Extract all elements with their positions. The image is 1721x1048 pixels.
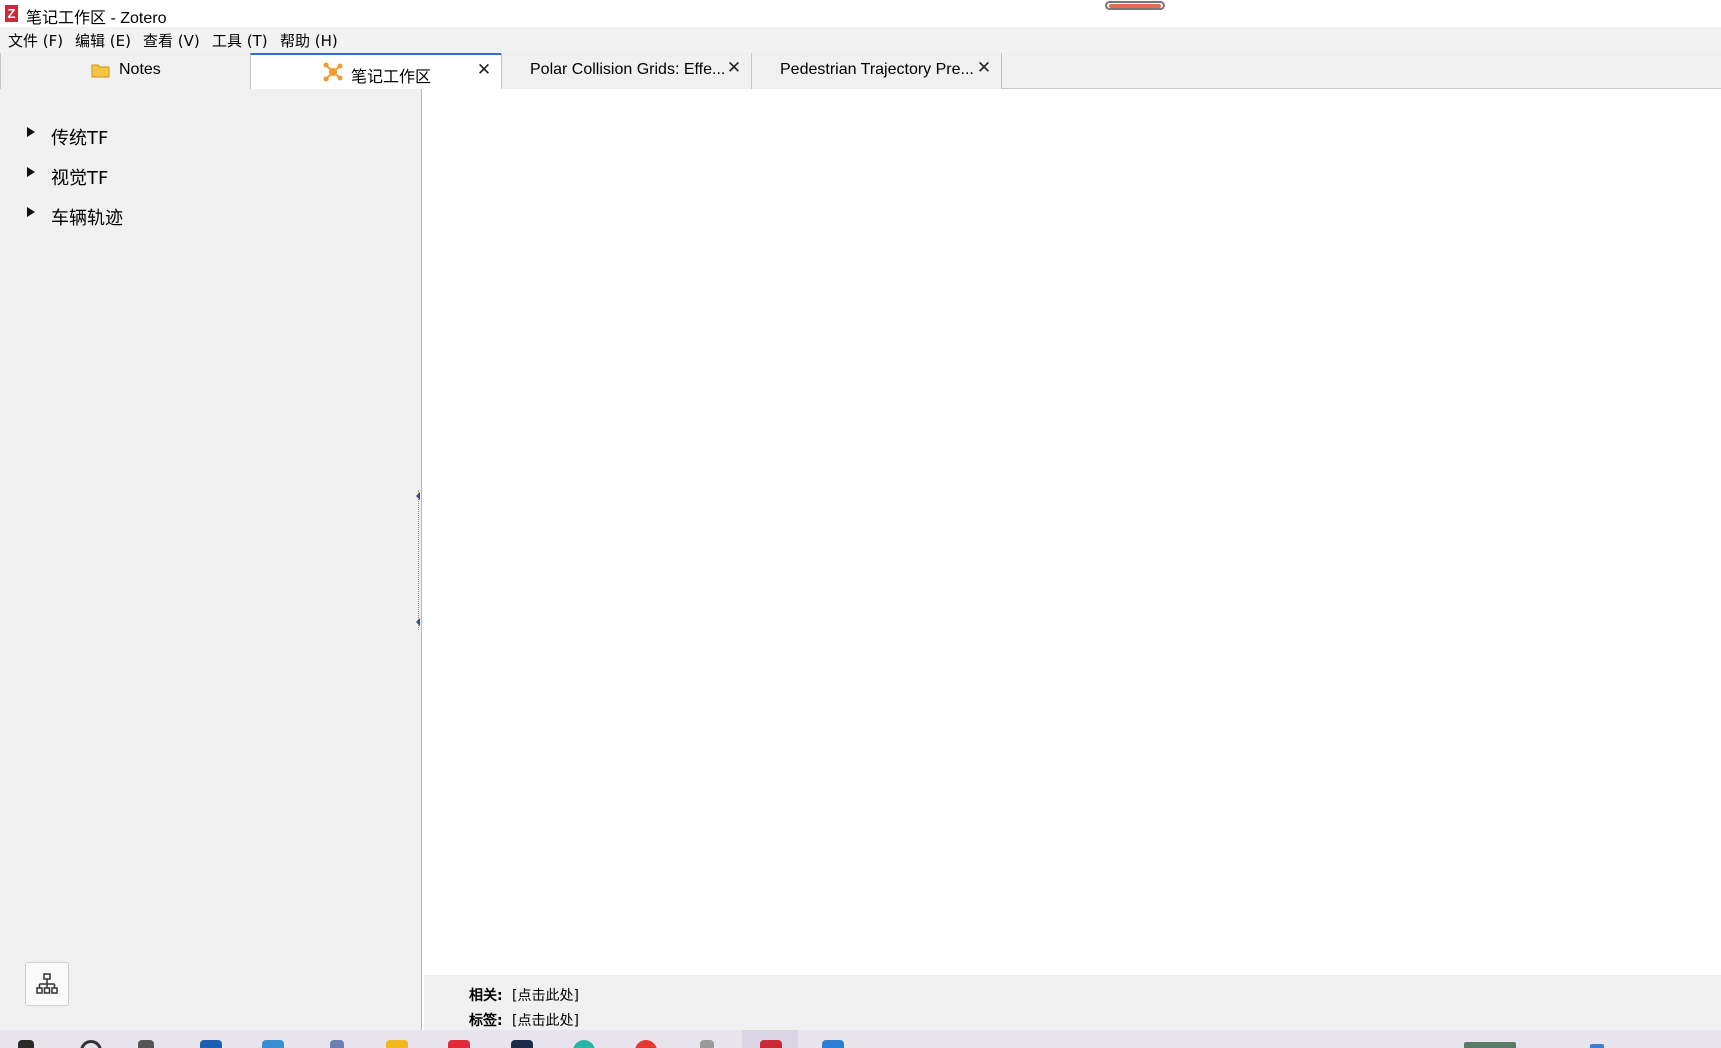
app-icon[interactable] (511, 1040, 533, 1048)
app-icon[interactable] (262, 1040, 284, 1048)
app-icon[interactable] (635, 1040, 657, 1048)
close-icon[interactable]: ✕ (476, 61, 492, 79)
tab-label: Pedestrian Trajectory Pre... (780, 61, 974, 78)
title-bar (0, 0, 1721, 27)
tab-notes-workspace[interactable]: 笔记工作区 ✕ (250, 53, 502, 90)
collapse-left-arrow-icon[interactable] (416, 492, 420, 500)
app-icon[interactable] (822, 1040, 844, 1048)
menu-edit[interactable]: 编辑 (E) (75, 30, 131, 51)
drag-handle-fill (1109, 4, 1161, 8)
tab-pedestrian-trajectory[interactable]: Pedestrian Trajectory Pre... ✕ (751, 53, 1002, 89)
tab-label: 笔记工作区 (351, 69, 432, 86)
tab-label: Polar Collision Grids: Effe... (530, 61, 726, 78)
search-icon[interactable] (80, 1040, 102, 1048)
tree-item-label: 视觉TF (51, 168, 109, 189)
hierarchy-icon (36, 973, 58, 999)
tree-item-vehicle-trajectory[interactable]: 车辆轨迹 (0, 200, 420, 232)
network-icon (322, 61, 344, 87)
app-icon[interactable] (700, 1040, 714, 1048)
tags-label: 标签: (469, 1013, 503, 1029)
start-icon[interactable] (18, 1040, 34, 1048)
tree-item-label: 车辆轨迹 (51, 208, 123, 229)
tree-item-traditional-tf[interactable]: 传统TF (0, 120, 420, 152)
app-icon[interactable] (200, 1040, 222, 1048)
zotero-taskbar-icon[interactable] (760, 1040, 782, 1048)
collapse-left-arrow-icon[interactable] (416, 618, 420, 626)
menu-file[interactable]: 文件 (F) (8, 30, 63, 51)
task-view-icon[interactable] (138, 1040, 154, 1048)
window-title: 笔记工作区 - Zotero (26, 10, 167, 27)
note-info-area (424, 975, 1721, 1030)
tray-icon[interactable] (1590, 1044, 1604, 1048)
pane-splitter[interactable] (416, 490, 422, 630)
app-icon[interactable] (330, 1040, 344, 1048)
menu-help[interactable]: 帮助 (H) (280, 30, 338, 51)
close-icon[interactable]: ✕ (726, 59, 742, 77)
file-explorer-icon[interactable] (386, 1040, 408, 1048)
expand-arrow-icon[interactable] (27, 167, 35, 177)
tray-icon[interactable] (1464, 1042, 1516, 1048)
tree-item-visual-tf[interactable]: 视觉TF (0, 160, 420, 192)
edge-icon[interactable] (573, 1040, 595, 1048)
expand-arrow-icon[interactable] (27, 207, 35, 217)
related-label: 相关: (469, 988, 503, 1004)
note-editor[interactable] (424, 89, 1721, 975)
tab-label: Notes (119, 61, 161, 78)
app-icon[interactable] (448, 1040, 470, 1048)
close-icon[interactable]: ✕ (976, 59, 992, 77)
tags-link[interactable]: [点击此处] (512, 1010, 579, 1030)
tab-notes[interactable]: Notes (0, 53, 251, 89)
mind-map-button[interactable] (25, 962, 69, 1006)
tab-polar-collision-grids[interactable]: Polar Collision Grids: Effe... ✕ (501, 53, 752, 89)
menu-tools[interactable]: 工具 (T) (212, 30, 268, 51)
menu-view[interactable]: 查看 (V) (143, 30, 200, 51)
tree-item-label: 传统TF (51, 128, 109, 149)
zotero-logo-icon: Z (5, 5, 18, 22)
expand-arrow-icon[interactable] (27, 127, 35, 137)
folder-icon (91, 62, 110, 82)
taskbar (0, 1030, 1721, 1048)
related-link[interactable]: [点击此处] (512, 985, 579, 1005)
